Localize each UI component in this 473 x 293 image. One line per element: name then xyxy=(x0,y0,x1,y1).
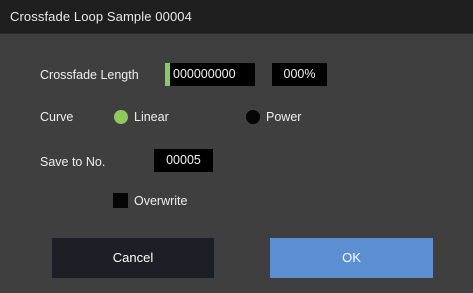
ok-button[interactable]: OK xyxy=(270,238,433,278)
curve-power-label[interactable]: Power xyxy=(266,110,301,124)
overwrite-label[interactable]: Overwrite xyxy=(134,194,187,208)
curve-power-radio[interactable] xyxy=(246,110,260,124)
curve-linear-label[interactable]: Linear xyxy=(134,110,169,124)
save-to-number-field[interactable]: 00005 xyxy=(154,149,213,172)
crossfade-loop-dialog: Crossfade Loop Sample 00004 Crossfade Le… xyxy=(0,0,473,293)
dialog-title: Crossfade Loop Sample 00004 xyxy=(10,9,192,24)
overwrite-checkbox[interactable] xyxy=(113,193,128,208)
curve-label: Curve xyxy=(40,110,74,124)
save-to-label: Save to No. xyxy=(40,155,106,169)
crossfade-length-label: Crossfade Length xyxy=(40,68,139,82)
curve-linear-radio[interactable] xyxy=(114,110,128,124)
dialog-titlebar: Crossfade Loop Sample 00004 xyxy=(0,0,473,34)
crossfade-length-field[interactable]: 000000000 xyxy=(165,63,255,86)
crossfade-percent-field[interactable]: 000% xyxy=(272,63,327,86)
cancel-button[interactable]: Cancel xyxy=(52,238,214,278)
